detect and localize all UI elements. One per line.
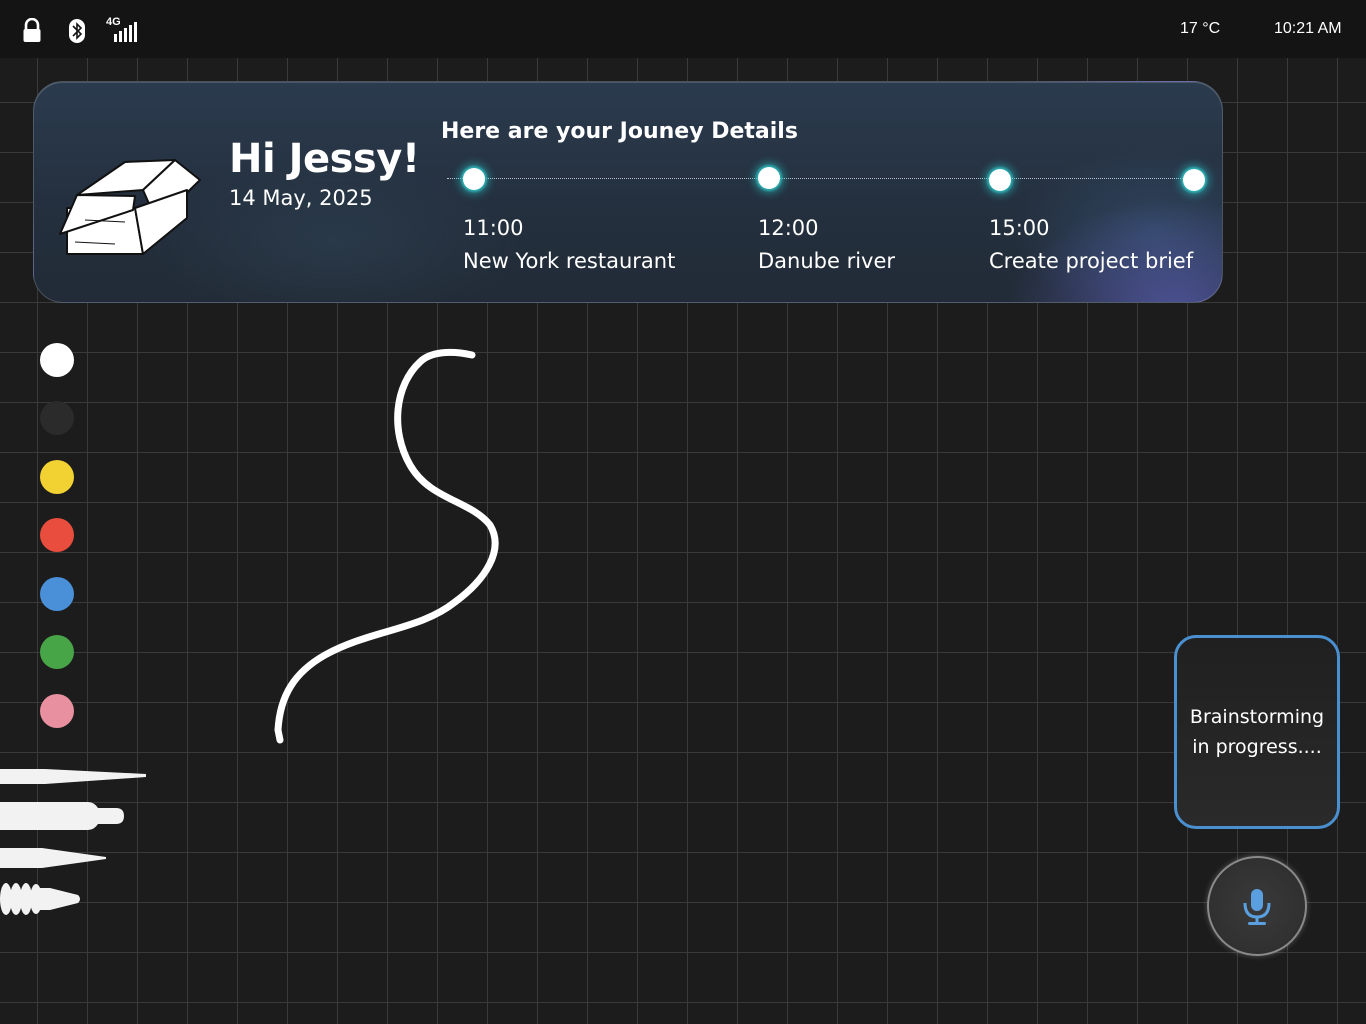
color-swatch-green[interactable]	[40, 635, 74, 669]
event-time: 11:00	[463, 216, 524, 240]
brainstorm-status: Brainstorming in progress....	[1174, 635, 1340, 829]
color-swatch-red[interactable]	[40, 518, 74, 552]
pen-brush[interactable]	[0, 846, 110, 870]
temperature: 17 °C	[1180, 20, 1221, 37]
open-box-icon	[59, 159, 201, 255]
color-swatch-blue[interactable]	[40, 577, 74, 611]
signal-icon	[114, 22, 137, 42]
crayon-brush[interactable]	[0, 880, 84, 918]
current-date: 14 May, 2025	[229, 186, 373, 210]
lock-icon	[23, 18, 41, 42]
timeline-dot[interactable]	[1183, 169, 1205, 191]
status-bar: 4G 17 °C 10:21 AM	[0, 0, 1366, 58]
microphone-icon	[1243, 889, 1271, 925]
event-time: 15:00	[989, 216, 1050, 240]
color-swatch-black[interactable]	[40, 401, 74, 435]
timeline-line	[447, 178, 1197, 179]
event-name: Create project brief	[989, 249, 1194, 273]
marker-brush[interactable]	[0, 800, 130, 834]
timeline-dot[interactable]	[758, 167, 780, 189]
voice-input-button[interactable]	[1207, 856, 1307, 956]
color-swatch-pink[interactable]	[40, 694, 74, 728]
brainstorm-text: Brainstorming in progress....	[1189, 706, 1325, 758]
timeline-dot[interactable]	[989, 169, 1011, 191]
journey-title: Here are your Jouney Details	[441, 119, 798, 144]
event-time: 12:00	[758, 216, 819, 240]
timeline-dot[interactable]	[463, 168, 485, 190]
freehand-stroke	[274, 348, 499, 744]
event-name: Danube river	[758, 249, 896, 273]
clock: 10:21 AM	[1274, 20, 1342, 37]
greeting: Hi Jessy!	[229, 136, 420, 182]
event-name: New York restaurant	[463, 249, 676, 273]
color-swatch-yellow[interactable]	[40, 460, 74, 494]
bluetooth-icon	[69, 19, 85, 43]
pencil-brush[interactable]	[0, 766, 150, 788]
color-swatch-white[interactable]	[40, 343, 74, 377]
